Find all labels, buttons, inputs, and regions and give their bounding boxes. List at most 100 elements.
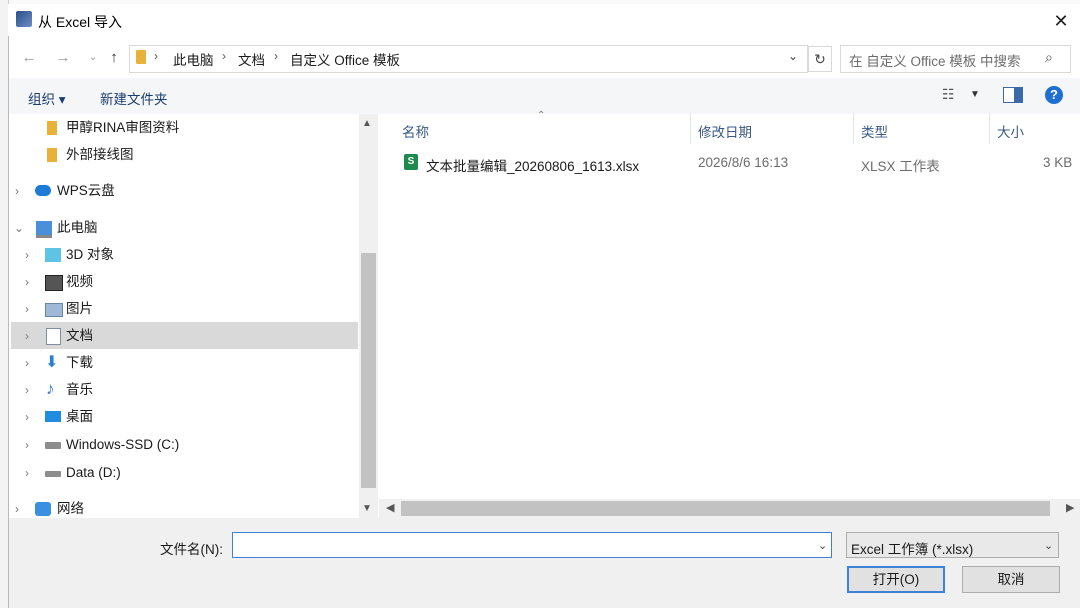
column-divider[interactable] (853, 114, 854, 144)
breadcrumb-custom-office-templates[interactable]: 自定义 Office 模板 (290, 49, 400, 69)
list-view-icon: ☷ (942, 86, 955, 102)
column-divider[interactable] (989, 114, 990, 144)
nav-item-downloads[interactable]: › ⬇ 下载 (9, 350, 359, 376)
nav-item-videos[interactable]: › 视频 (9, 269, 359, 295)
nav-item-wps-cloud[interactable]: › WPS云盘 (9, 178, 359, 204)
nav-item-label: 桌面 (66, 409, 93, 424)
table-row[interactable]: S 文本批量编辑_20260806_1613.xlsx 2026/8/6 16:… (380, 146, 1080, 178)
app-icon (16, 11, 32, 27)
open-button[interactable]: 打开(O) (847, 566, 945, 593)
file-name: 文本批量编辑_20260806_1613.xlsx (426, 159, 640, 174)
nav-item-label: 甲醇RINA审图资料 (66, 120, 180, 135)
chevron-right-icon[interactable]: › (25, 242, 29, 268)
chevron-down-icon: ⌄ (788, 49, 799, 63)
chevron-down-icon: ⌄ (818, 540, 828, 552)
video-icon (45, 275, 63, 291)
column-header-size[interactable]: 大小 (997, 121, 1024, 141)
horizontal-scrollbar-thumb[interactable] (401, 501, 1050, 516)
arrow-left-icon: ← (21, 49, 37, 66)
caret-down-icon: ▼ (970, 89, 980, 100)
breadcrumb-this-pc[interactable]: 此电脑 (173, 49, 214, 69)
breadcrumb-separator: › (222, 49, 226, 63)
new-folder-button[interactable]: 新建文件夹 (100, 88, 168, 108)
filename-history-dropdown[interactable]: ⌄ (818, 539, 827, 552)
column-divider[interactable] (690, 114, 691, 144)
chevron-right-icon[interactable]: › (25, 296, 29, 322)
search-icon[interactable]: ⌕ (1045, 49, 1053, 66)
refresh-button[interactable]: ↻ (808, 46, 832, 72)
chevron-right-icon[interactable]: › (25, 404, 29, 430)
nav-scrollbar-thumb[interactable] (361, 253, 376, 488)
folder-icon (47, 121, 57, 135)
arrow-right-icon: → (55, 49, 71, 66)
breadcrumb-separator: › (274, 49, 278, 63)
recent-locations-button[interactable]: ⌄ (82, 47, 104, 69)
nav-item-this-pc[interactable]: ⌄ 此电脑 (9, 215, 359, 241)
column-header-type[interactable]: 类型 (861, 121, 888, 141)
close-button[interactable]: ✕ (1044, 8, 1078, 34)
filename-input[interactable] (232, 532, 832, 558)
nav-item-label: 图片 (66, 301, 93, 316)
file-type-selected[interactable]: Excel 工作簿 (*.xlsx) (851, 538, 973, 558)
preview-pane-button[interactable] (1003, 87, 1023, 103)
help-button[interactable]: ? (1045, 86, 1063, 104)
command-bar (9, 78, 1080, 114)
nav-item-3d-objects[interactable]: › 3D 对象 (9, 242, 359, 268)
breadcrumb-documents[interactable]: 文档 (238, 49, 265, 69)
address-bar[interactable] (129, 45, 808, 73)
nav-item-label: 外部接线图 (66, 147, 134, 162)
scroll-up-icon[interactable]: ▲ (362, 118, 372, 129)
file-type: XLSX 工作表 (861, 159, 940, 174)
folder-icon (47, 148, 57, 162)
nav-item-documents[interactable]: › 文档 (9, 323, 359, 349)
chevron-right-icon[interactable]: › (25, 323, 29, 349)
scroll-right-icon[interactable]: ▶ (1066, 501, 1074, 514)
view-options-button[interactable]: ☷ (942, 86, 962, 102)
chevron-right-icon[interactable]: › (15, 178, 19, 204)
forward-button[interactable]: → (52, 47, 74, 69)
nav-item-rina-folder[interactable]: 甲醇RINA审图资料 (9, 115, 359, 141)
nav-item-label: 3D 对象 (66, 247, 115, 262)
window-title: 从 Excel 导入 (38, 14, 123, 30)
column-header-name[interactable]: 名称 (402, 121, 429, 141)
chevron-right-icon[interactable]: › (25, 432, 29, 458)
folder-icon (136, 50, 146, 64)
nav-item-music[interactable]: › ♪ 音乐 (9, 377, 359, 403)
address-dropdown-button[interactable]: ⌄ (788, 49, 798, 63)
cloud-icon (35, 185, 51, 196)
breadcrumb-separator: › (154, 49, 158, 63)
computer-icon (36, 221, 52, 238)
chevron-down-icon[interactable]: ⌄ (1044, 539, 1053, 552)
scroll-left-icon[interactable]: ◀ (386, 501, 394, 514)
back-button[interactable]: ← (18, 47, 40, 69)
desktop-icon (45, 411, 61, 422)
chevron-right-icon[interactable]: › (25, 377, 29, 403)
documents-icon (46, 328, 61, 345)
nav-item-desktop[interactable]: › 桌面 (9, 404, 359, 430)
pictures-icon (45, 303, 63, 317)
nav-item-drive-d[interactable]: › Data (D:) (9, 460, 359, 486)
title-bar (8, 4, 1080, 36)
view-dropdown-button[interactable]: ▼ (970, 89, 980, 100)
nav-item-pictures[interactable]: › 图片 (9, 296, 359, 322)
nav-item-label: Data (D:) (66, 465, 121, 480)
column-header-modified[interactable]: 修改日期 (698, 121, 752, 141)
close-icon: ✕ (1053, 11, 1069, 31)
help-icon: ? (1050, 87, 1058, 102)
up-button[interactable]: ↑ (103, 47, 125, 69)
chevron-down-icon[interactable]: ⌄ (14, 215, 24, 241)
chevron-right-icon[interactable]: › (25, 460, 29, 486)
chevron-right-icon[interactable]: › (25, 350, 29, 376)
cancel-button[interactable]: 取消 (962, 566, 1060, 593)
music-icon: ♪ (46, 379, 55, 398)
nav-item-label: 文档 (66, 328, 93, 343)
organize-button[interactable]: 组织 ▾ (28, 88, 66, 108)
chevron-right-icon[interactable]: › (25, 269, 29, 295)
refresh-icon: ↻ (814, 51, 826, 67)
nav-item-wiring-folder[interactable]: 外部接线图 (9, 142, 359, 168)
drive-icon (45, 471, 61, 477)
nav-item-drive-c[interactable]: › Windows-SSD (C:) (9, 432, 359, 458)
scroll-down-icon[interactable]: ▼ (362, 503, 372, 514)
nav-item-label: 下载 (66, 355, 93, 370)
search-placeholder[interactable]: 在 自定义 Office 模板 中搜索 (849, 50, 1021, 70)
